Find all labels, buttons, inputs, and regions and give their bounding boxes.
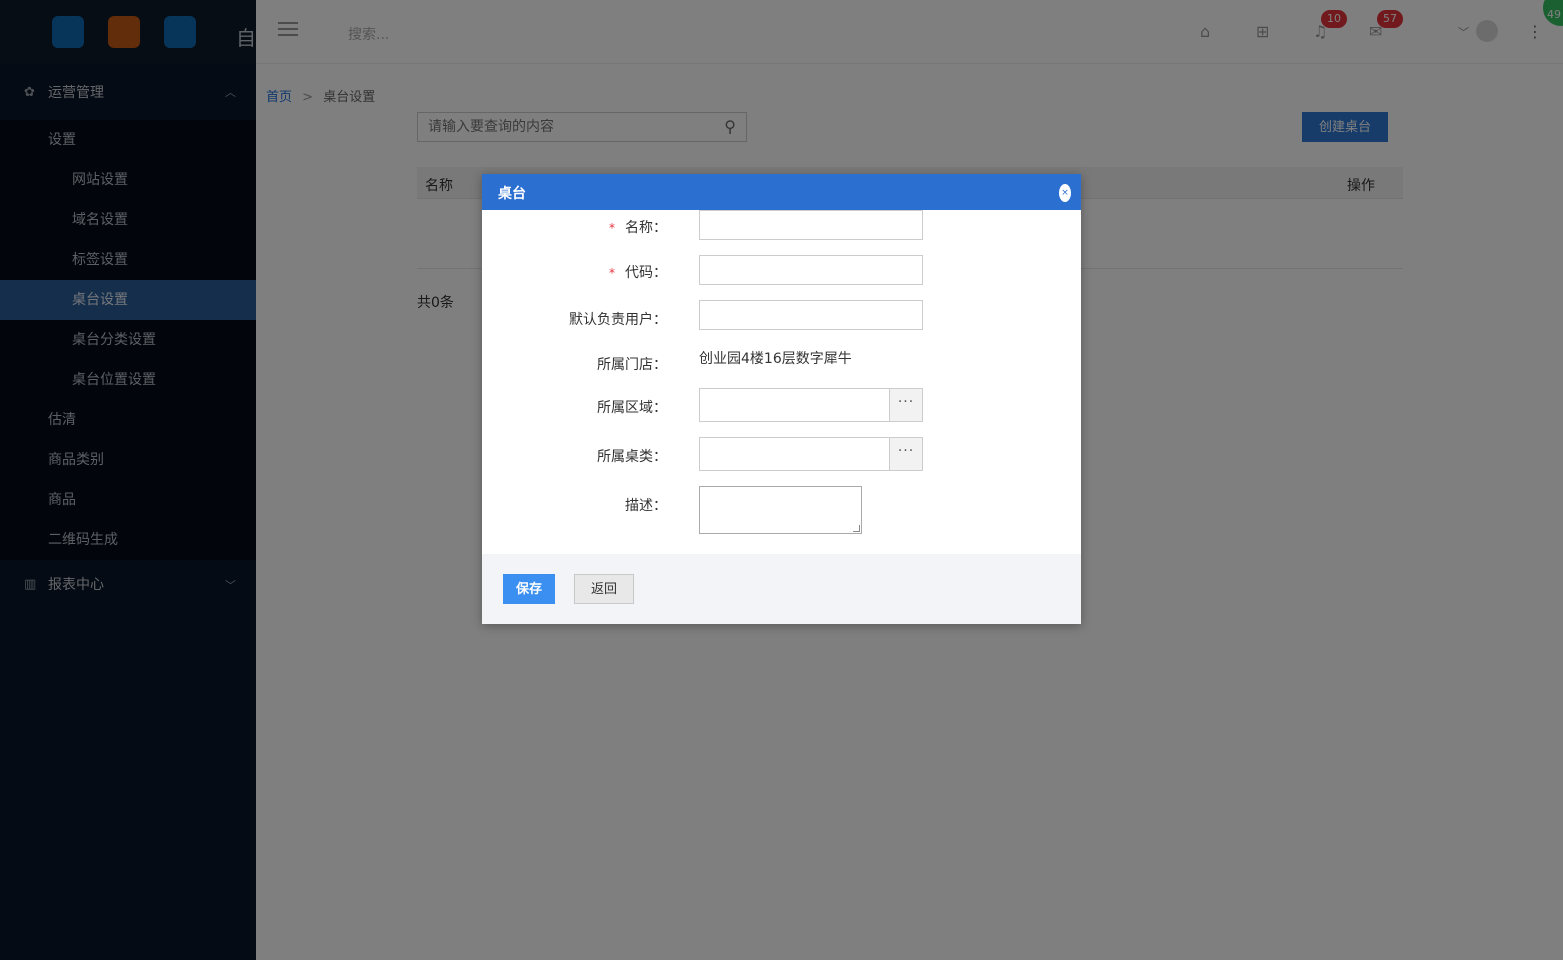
save-button[interactable]: 保存 bbox=[503, 574, 555, 604]
code-label: * 代码： bbox=[609, 265, 667, 281]
default-user-input[interactable] bbox=[700, 301, 922, 329]
required-mark: * bbox=[609, 266, 615, 280]
store-label: 所属门店： bbox=[597, 357, 667, 373]
code-input[interactable] bbox=[700, 256, 922, 284]
default-user-label: 默认负责用户： bbox=[569, 312, 667, 328]
dialog-header: 桌台 × bbox=[482, 174, 1081, 210]
resize-grip-icon[interactable] bbox=[853, 525, 860, 532]
name-input[interactable] bbox=[700, 211, 922, 239]
description-label: 描述： bbox=[625, 498, 667, 514]
description-field[interactable] bbox=[699, 486, 862, 534]
category-picker-button[interactable]: ··· bbox=[889, 438, 922, 470]
area-input[interactable] bbox=[700, 389, 888, 421]
name-label: * 名称： bbox=[609, 220, 667, 236]
table-dialog: 桌台 × * 名称： * 代码： 默认负责用户： 所属门店： 创业园4楼16层数字犀… bbox=[482, 174, 1081, 624]
area-picker: ··· bbox=[699, 388, 923, 422]
close-icon[interactable]: × bbox=[1059, 184, 1071, 202]
description-textarea[interactable] bbox=[700, 487, 861, 533]
category-input[interactable] bbox=[700, 438, 888, 470]
name-field[interactable] bbox=[699, 210, 923, 240]
area-label: 所属区域： bbox=[597, 400, 667, 416]
dialog-footer: 保存 返回 bbox=[482, 554, 1081, 624]
dialog-title: 桌台 bbox=[498, 186, 526, 202]
code-field[interactable] bbox=[699, 255, 923, 285]
store-value: 创业园4楼16层数字犀牛 bbox=[699, 351, 852, 367]
required-mark: * bbox=[609, 221, 615, 235]
default-user-field[interactable] bbox=[699, 300, 923, 330]
area-picker-button[interactable]: ··· bbox=[889, 389, 922, 421]
back-button[interactable]: 返回 bbox=[574, 574, 634, 604]
category-label: 所属桌类： bbox=[597, 449, 667, 465]
category-picker: ··· bbox=[699, 437, 923, 471]
